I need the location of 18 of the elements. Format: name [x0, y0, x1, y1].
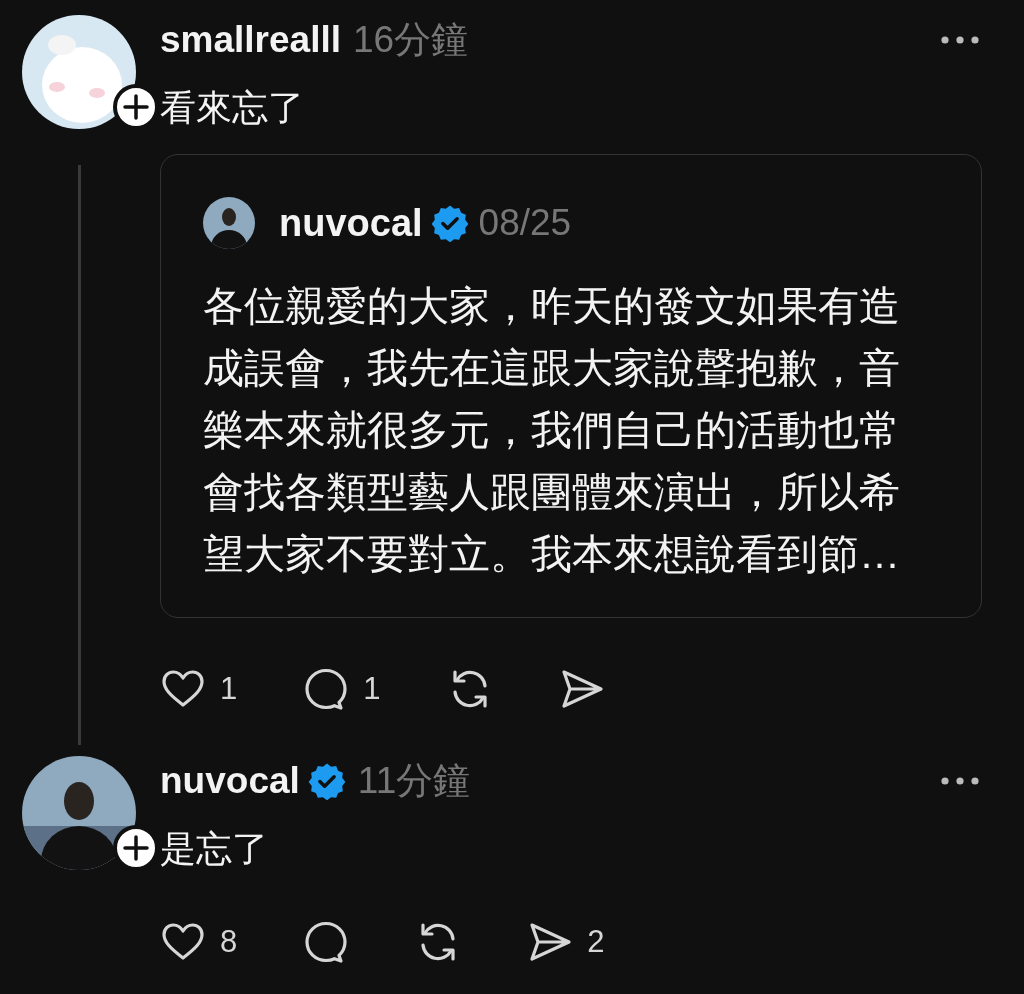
- more-icon[interactable]: [940, 34, 980, 46]
- action-count: 1: [363, 671, 381, 707]
- username[interactable]: nuvocal: [279, 201, 423, 245]
- post-time: 08/25: [478, 202, 572, 244]
- post-text: 是忘了: [160, 827, 269, 871]
- action-count: 2: [587, 924, 605, 960]
- post-time: 11分鐘: [357, 759, 471, 803]
- more-icon[interactable]: [940, 775, 980, 787]
- comment-icon[interactable]: [303, 919, 350, 965]
- comment-icon[interactable]: [303, 666, 350, 712]
- username[interactable]: nuvocal: [160, 760, 300, 802]
- quoted-text: 各位親愛的大家，昨天的發文如果有造成誤會，我先在這跟大家說聲抱歉，音樂本來就很多元，我們自己的活動也常會找各類型藝人跟團體來演出，所以希望大家不要對立。我本來想說看到節…: [203, 282, 901, 579]
- action-count: 1: [220, 671, 238, 707]
- post-text: 看來忘了: [160, 86, 305, 130]
- action-count: 8: [220, 924, 238, 960]
- post-time: 16分鐘: [353, 18, 469, 62]
- quoted-post[interactable]: nuvocal 08/25 各位親愛的大家，昨天的發文如果有造成誤會，我先在這跟大家說聲抱歉，音樂本來就很多元，我們自己的活動也常會找各類型藝人跟團體來演出，所以希望大家不要對立。我本來想說看到節…: [160, 154, 982, 618]
- username[interactable]: smallrealll: [160, 19, 341, 61]
